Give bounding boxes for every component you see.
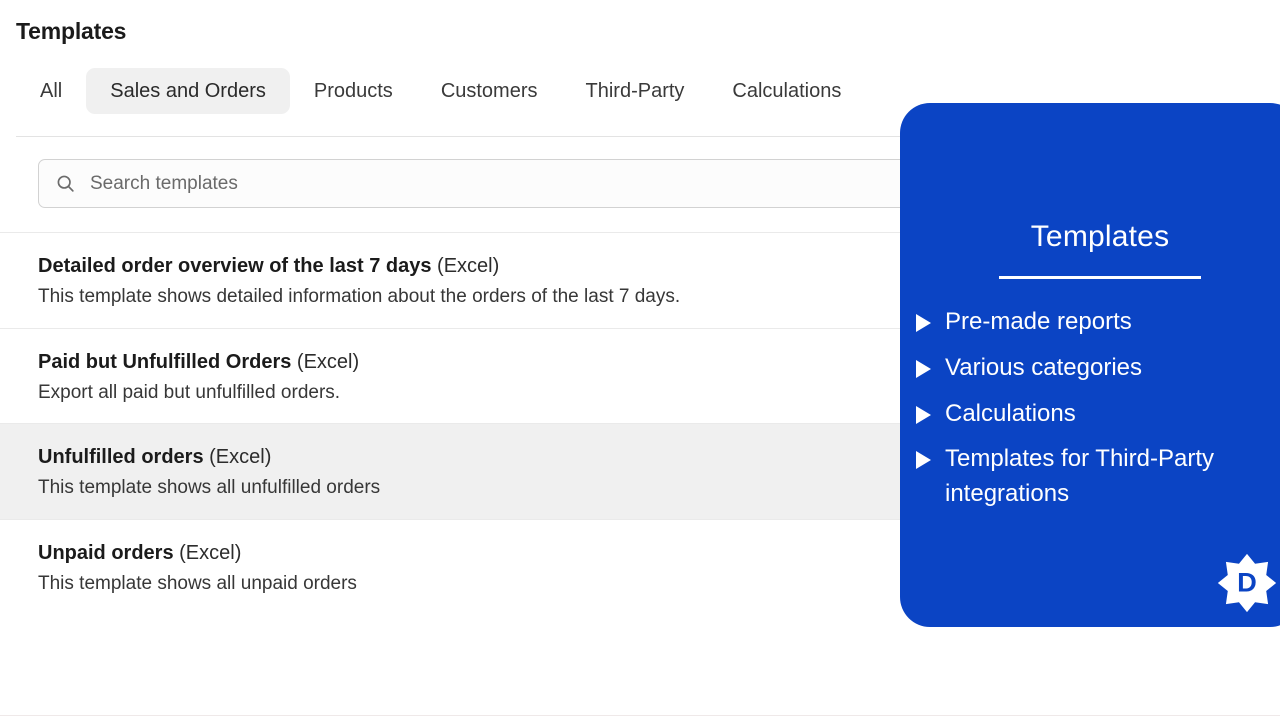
search-icon [57, 175, 74, 192]
promo-bullet-label: Various categories [945, 353, 1142, 381]
triangle-bullet-icon [916, 405, 931, 424]
list-bottom-divider [0, 715, 1280, 716]
list-item: Pre-made reports [916, 305, 1280, 340]
template-format: (Excel) [209, 446, 272, 469]
tab-calculations[interactable]: Calculations [708, 68, 865, 114]
list-item: Templates for Third-Party integrations [916, 442, 1280, 512]
promo-bullet-label: Templates for Third-Party integrations [945, 445, 1214, 508]
promo-panel: Templates Pre-made reports Various categ… [900, 103, 1280, 627]
template-name: Paid but Unfulfilled Orders [38, 350, 292, 373]
category-tabs: All Sales and Orders Products Customers … [16, 68, 865, 114]
promo-title: Templates [1030, 220, 1170, 253]
triangle-bullet-icon [916, 359, 931, 378]
brand-logo-letter: D [1237, 567, 1257, 598]
template-format: (Excel) [296, 350, 360, 373]
template-name: Unfulfilled orders [38, 446, 204, 469]
list-item: Various categories [916, 351, 1280, 386]
promo-bullet-list: Pre-made reports Various categories Calc… [900, 305, 1280, 512]
triangle-bullet-icon [916, 451, 931, 470]
tab-customers[interactable]: Customers [417, 68, 562, 114]
template-format: (Excel) [437, 255, 500, 277]
promo-bullet-label: Calculations [945, 399, 1076, 427]
template-format: (Excel) [179, 541, 242, 564]
tab-products[interactable]: Products [290, 68, 417, 114]
triangle-bullet-icon [916, 314, 931, 332]
tab-sales-and-orders[interactable]: Sales and Orders [86, 68, 290, 114]
promo-divider [999, 276, 1201, 279]
list-item: Calculations [916, 397, 1280, 432]
promo-bullet-label: Pre-made reports [945, 308, 1132, 335]
page-title: Templates [16, 18, 127, 44]
brand-logo-icon: D [1217, 553, 1277, 613]
template-name: Detailed order overview of the last 7 da… [38, 255, 432, 277]
template-name: Unpaid orders [38, 541, 174, 564]
tab-all[interactable]: All [16, 68, 86, 114]
tab-third-party[interactable]: Third-Party [562, 68, 709, 114]
